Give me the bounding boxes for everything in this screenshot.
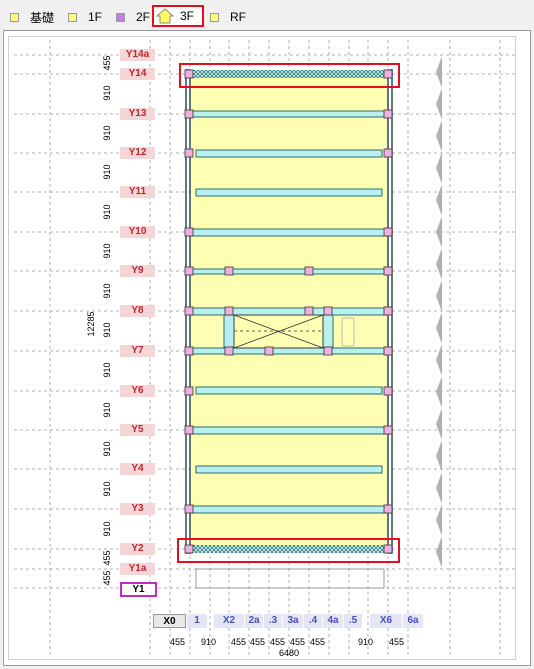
x-total-dim: 6480 — [279, 648, 300, 658]
x-label-X0[interactable]: X0 — [153, 614, 186, 628]
x-label-3[interactable]: .3 — [264, 614, 282, 628]
x-label-4a[interactable]: 4a — [323, 614, 343, 628]
y-dim: 455 — [102, 55, 112, 71]
x-dim: 455 — [389, 637, 405, 647]
x-label-4[interactable]: .4 — [304, 614, 322, 628]
y-label-Y13[interactable]: Y13 — [120, 108, 155, 120]
y-label-Y14[interactable]: Y14 — [120, 68, 155, 80]
highlight-top-balcony — [179, 63, 400, 88]
x-dim: 455 — [270, 637, 286, 647]
x-label-2a[interactable]: 2a — [245, 614, 263, 628]
x-label-5[interactable]: .5 — [344, 614, 362, 628]
y-dim: 910 — [102, 164, 112, 180]
y-dim: 910 — [102, 441, 112, 457]
y-label-Y14a[interactable]: Y14a — [120, 49, 155, 61]
y-dim: 910 — [102, 204, 112, 220]
x-dim: 910 — [201, 637, 217, 647]
y-label-Y7[interactable]: Y7 — [120, 345, 155, 357]
y-label-Y9[interactable]: Y9 — [120, 265, 155, 277]
y-label-Y4[interactable]: Y4 — [120, 463, 155, 475]
y-dim: 910 — [102, 402, 112, 418]
y-label-Y6[interactable]: Y6 — [120, 385, 155, 397]
x-dim: 455 — [170, 637, 186, 647]
x-label-6a[interactable]: 6a — [403, 614, 423, 628]
y-dim: 910 — [102, 125, 112, 141]
y-label-Y8[interactable]: Y8 — [120, 305, 155, 317]
y-label-Y11[interactable]: Y11 — [120, 186, 155, 198]
floor-plan-drawing[interactable] — [0, 0, 534, 669]
x-label-1[interactable]: 1 — [187, 614, 207, 628]
x-dim: 455 — [310, 637, 326, 647]
x-label-X6[interactable]: X6 — [370, 614, 402, 628]
y-dim: 910 — [102, 322, 112, 338]
x-dim: 910 — [358, 637, 374, 647]
y-label-Y1a[interactable]: Y1a — [120, 563, 155, 575]
y-dim: 910 — [102, 243, 112, 259]
y-total-dim: 12285 — [86, 311, 96, 337]
x-dim: 455 — [290, 637, 306, 647]
y-dim: 910 — [102, 85, 112, 101]
x-label-X2[interactable]: X2 — [214, 614, 244, 628]
y-label-Y3[interactable]: Y3 — [120, 503, 155, 515]
highlight-bottom-balcony — [177, 538, 400, 563]
y-label-Y10[interactable]: Y10 — [120, 226, 155, 238]
y-label-Y12[interactable]: Y12 — [120, 147, 155, 159]
y-dim: 910 — [102, 362, 112, 378]
y-dim: 910 — [102, 521, 112, 537]
y-dim: 910 — [102, 481, 112, 497]
y-dim: 910 — [102, 283, 112, 299]
x-dim: 455 — [231, 637, 247, 647]
x-dim: 455 — [250, 637, 266, 647]
y-label-Y2[interactable]: Y2 — [120, 543, 155, 555]
y-label-Y5[interactable]: Y5 — [120, 424, 155, 436]
y-label-Y1-selected[interactable]: Y1 — [120, 582, 157, 597]
x-label-3a[interactable]: 3a — [283, 614, 303, 628]
y-dim: 455 — [102, 570, 112, 586]
